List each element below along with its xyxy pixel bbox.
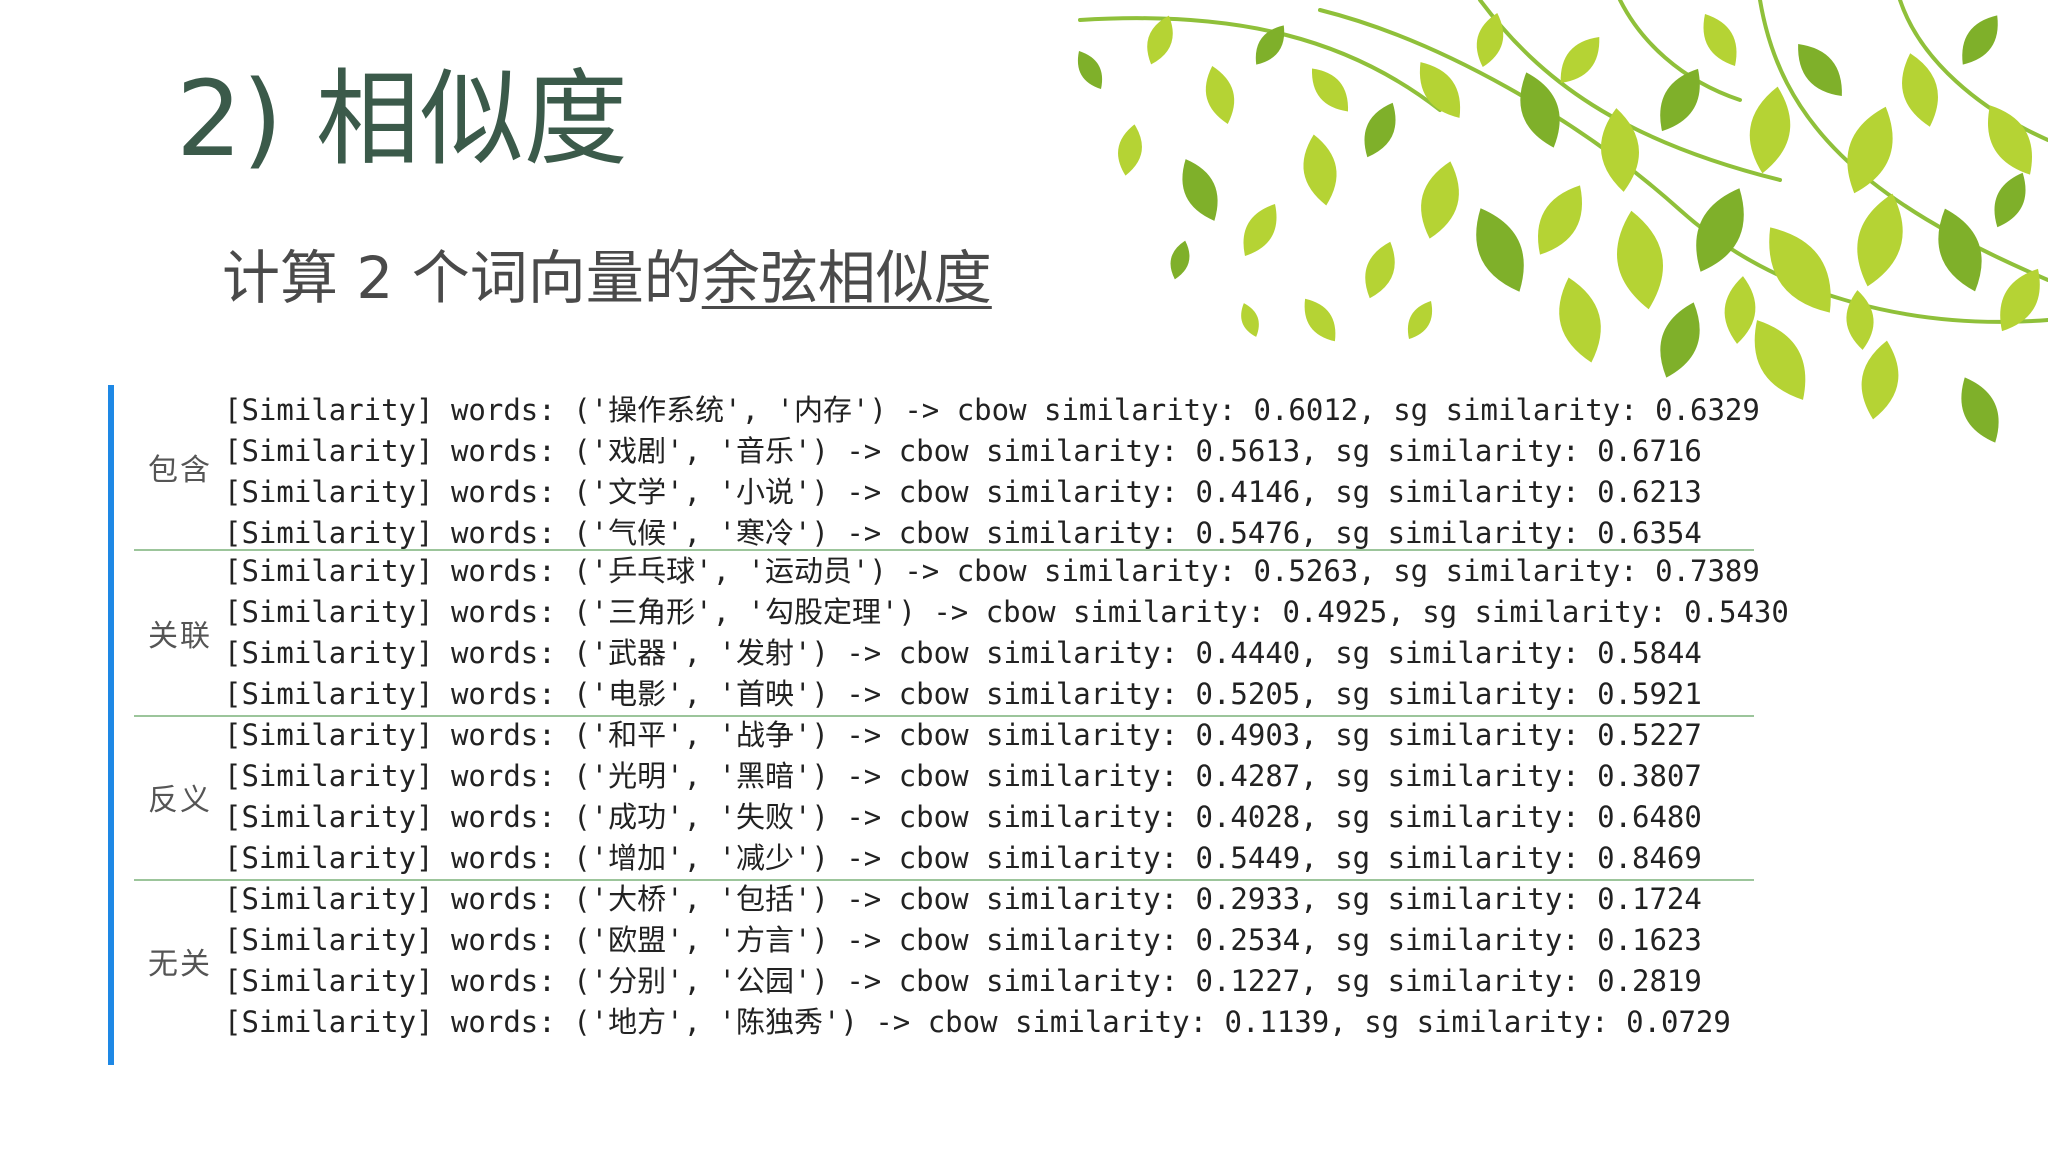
group-contains: 包含 [Similarity] words: ('操作系统', '内存') ->… (134, 385, 1760, 551)
leaf-shape (1660, 68, 1700, 132)
result-line: [Similarity] words: ('文学', '小说') -> cbow… (224, 475, 1702, 509)
group-label: 包含 (148, 453, 212, 488)
result-line: [Similarity] words: ('戏剧', '音乐') -> cbow… (224, 434, 1702, 468)
leaf-shape (2000, 268, 2040, 332)
result-line: [Similarity] words: ('成功', '失败') -> cbow… (224, 800, 1702, 834)
leaf-shape (1617, 210, 1663, 310)
leaf-shape (1303, 134, 1337, 206)
leaf-shape (1600, 108, 1640, 192)
group-related: 关联 [Similarity] words: ('乒乓球', '运动员') ->… (134, 551, 1789, 717)
result-line: [Similarity] words: ('电影', '首映') -> cbow… (224, 677, 1702, 711)
leaf-shape (1304, 298, 1336, 342)
result-line: [Similarity] words: ('地方', '陈独秀') -> cbo… (224, 1005, 1731, 1039)
leaf-shape (1749, 86, 1791, 174)
similarity-results: 包含 [Similarity] words: ('操作系统', '内存') ->… (108, 385, 1789, 1065)
subtitle-text: 计算 2 个词向量的 (222, 244, 702, 312)
leaf-shape (1724, 276, 1756, 344)
slide-title: 2) 相似度 (176, 58, 628, 180)
result-line: [Similarity] words: ('增加', '减少') -> cbow… (224, 841, 1702, 875)
result-line: [Similarity] words: ('光明', '黑暗') -> cbow… (224, 759, 1702, 793)
leaf-shape (1988, 105, 2032, 175)
result-line: [Similarity] words: ('武器', '发射') -> cbow… (224, 636, 1702, 670)
slide-subtitle: 计算 2 个词向量的余弦相似度 (222, 244, 992, 314)
leaf-shape (1205, 66, 1235, 124)
leaf-shape (1243, 204, 1277, 256)
leaf-shape (1476, 12, 1504, 68)
leaf-shape (1798, 43, 1842, 97)
result-line: [Similarity] words: ('大桥', '包括') -> cbow… (224, 882, 1702, 916)
leaf-shape (1476, 208, 1524, 292)
leaf-shape (1660, 302, 1700, 378)
leaf-shape (1696, 188, 1744, 272)
result-line: [Similarity] words: ('气候', '寒冷') -> cbow… (224, 516, 1702, 550)
leaf-shape (1364, 102, 1396, 158)
leaf-shape (1421, 161, 1459, 239)
leaf-shape (1407, 300, 1433, 340)
leaf-shape (1241, 303, 1259, 337)
leaf-shape (1994, 172, 2026, 228)
result-line: [Similarity] words: ('分别', '公园') -> cbow… (224, 964, 1702, 998)
group-unrelated: 无关 [Similarity] words: ('大桥', '包括') -> c… (134, 879, 1754, 1043)
group-label: 反义 (148, 783, 212, 818)
leaf-shape (1962, 15, 1998, 65)
leaf-shape (1182, 159, 1218, 221)
leaf-shape (1559, 277, 1601, 363)
group-label: 关联 (148, 619, 212, 654)
leaf-shape (1311, 68, 1349, 112)
group-label: 无关 (148, 947, 212, 982)
result-line: [Similarity] words: ('乒乓球', '运动员') -> cb… (224, 554, 1760, 588)
leaf-shape (1365, 241, 1395, 299)
leaf-shape (1846, 290, 1874, 350)
leaf-shape (1847, 106, 1893, 194)
group-antonym: 反义 [Similarity] words: ('和平', '战争') -> c… (134, 715, 1754, 881)
leaf-shape (1170, 240, 1190, 280)
result-line: [Similarity] words: ('操作系统', '内存') -> cb… (224, 393, 1760, 427)
result-line: [Similarity] words: ('欧盟', '方言') -> cbow… (224, 923, 1702, 957)
cosine-similarity-link[interactable]: 余弦相似度 (702, 244, 992, 312)
leaf-shape (1861, 340, 1899, 420)
result-line: [Similarity] words: ('三角形', '勾股定理') -> c… (224, 595, 1789, 629)
leaf-shape (1077, 50, 1103, 90)
leaf-shape (1118, 124, 1142, 176)
result-line: [Similarity] words: ('和平', '战争') -> cbow… (224, 718, 1702, 752)
accent-bar (108, 385, 114, 1065)
leaf-shape (1538, 185, 1582, 255)
leaf-shape (1961, 377, 1999, 443)
leaf-shape (1703, 14, 1737, 66)
